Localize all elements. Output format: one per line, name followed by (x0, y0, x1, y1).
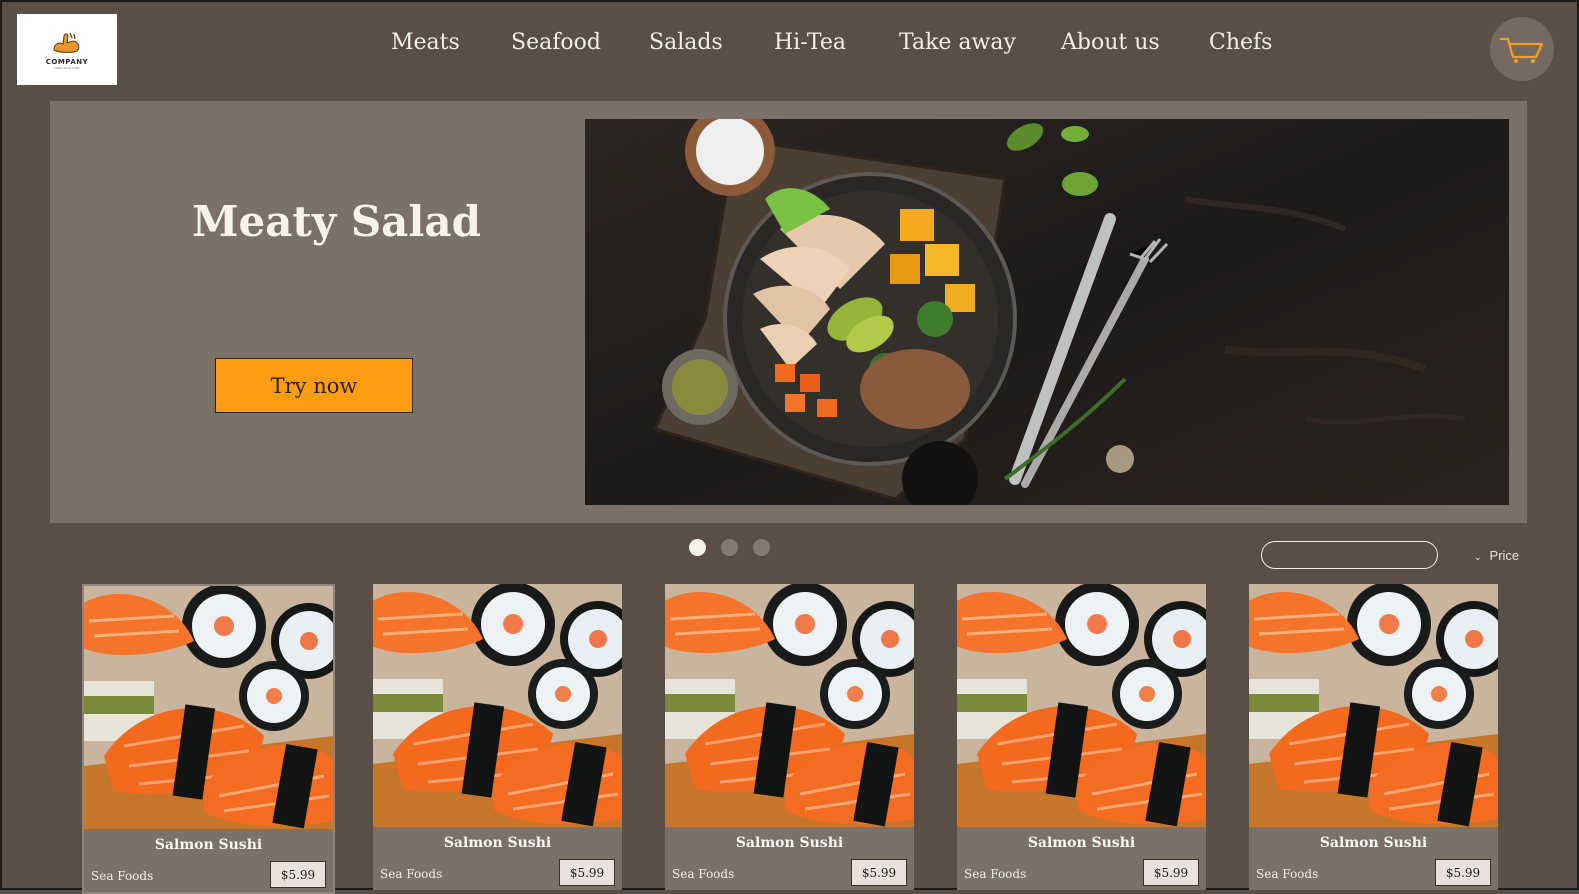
product-card[interactable]: Salmon Sushi Sea Foods $5.99 (1249, 584, 1498, 890)
try-now-button[interactable]: Try now (215, 358, 413, 413)
hero-title: Meaty Salad (192, 197, 481, 246)
cart-icon (1500, 37, 1544, 63)
hero-banner: Meaty Salad Try now (50, 101, 1527, 523)
nav-item-meats[interactable]: Meats (391, 30, 460, 55)
product-image (373, 584, 622, 827)
cart-button[interactable] (1490, 17, 1554, 81)
product-image-wrap[interactable] (1249, 584, 1498, 827)
carousel-dot-3[interactable] (753, 539, 770, 556)
product-card[interactable]: Salmon Sushi Sea Foods $5.99 (373, 584, 622, 890)
product-price-button[interactable]: $5.99 (1143, 859, 1199, 886)
product-category: Sea Foods (91, 869, 154, 883)
product-name[interactable]: Salmon Sushi (957, 835, 1206, 851)
product-category: Sea Foods (964, 867, 1027, 881)
product-category: Sea Foods (380, 867, 443, 881)
product-category: Sea Foods (1256, 867, 1319, 881)
product-card[interactable]: Salmon Sushi Sea Foods $5.99 (957, 584, 1206, 890)
product-image (84, 586, 333, 829)
main-nav: Meats Seafood Salads Hi-Tea Take away Ab… (0, 30, 1579, 70)
product-name[interactable]: Salmon Sushi (1249, 835, 1498, 851)
hero-salad-image (585, 119, 1509, 505)
product-price-button[interactable]: $5.99 (851, 859, 907, 886)
carousel-dot-1[interactable] (689, 539, 706, 556)
carousel-dot-2[interactable] (721, 539, 738, 556)
nav-item-seafood[interactable]: Seafood (511, 30, 601, 55)
nav-item-take-away[interactable]: Take away (899, 30, 1016, 55)
product-price-button[interactable]: $5.99 (1435, 859, 1491, 886)
sort-price-dropdown[interactable]: ⌄ Price (1474, 548, 1519, 563)
product-image-wrap[interactable] (665, 584, 914, 827)
nav-item-about-us[interactable]: About us (1061, 30, 1160, 55)
chevron-down-icon: ⌄ (1474, 552, 1482, 562)
product-image-wrap[interactable] (957, 584, 1206, 827)
product-image (665, 584, 914, 827)
search-input[interactable] (1261, 541, 1438, 569)
nav-item-hi-tea[interactable]: Hi-Tea (774, 30, 846, 55)
carousel-dots (689, 539, 789, 557)
product-image (1249, 584, 1498, 827)
product-image (957, 584, 1206, 827)
product-name[interactable]: Salmon Sushi (84, 837, 333, 853)
product-price-button[interactable]: $5.99 (559, 859, 615, 886)
sort-label: Price (1489, 548, 1520, 563)
product-name[interactable]: Salmon Sushi (665, 835, 914, 851)
product-name[interactable]: Salmon Sushi (373, 835, 622, 851)
product-card[interactable]: Salmon Sushi Sea Foods $5.99 (82, 584, 335, 894)
product-image-wrap[interactable] (84, 586, 333, 829)
nav-item-chefs[interactable]: Chefs (1209, 30, 1272, 55)
product-price-button[interactable]: $5.99 (270, 861, 326, 888)
product-card[interactable]: Salmon Sushi Sea Foods $5.99 (665, 584, 914, 890)
product-image-wrap[interactable] (373, 584, 622, 827)
product-category: Sea Foods (672, 867, 735, 881)
nav-item-salads[interactable]: Salads (649, 30, 723, 55)
